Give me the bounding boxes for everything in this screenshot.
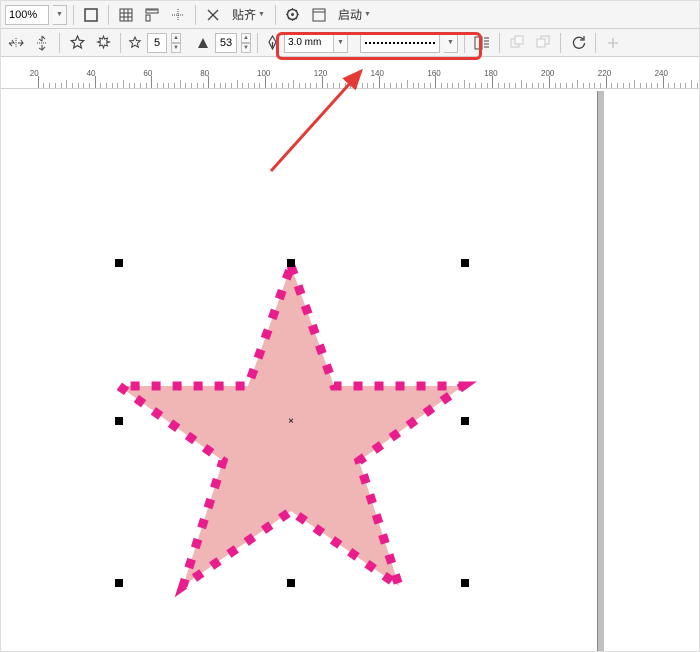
points-spinner[interactable]: ▲▼ — [171, 33, 181, 53]
toolbar-main: ▼ 贴齐▼ 启动▼ — [1, 1, 699, 29]
snap-label: 贴齐 — [232, 6, 256, 23]
horizontal-ruler: 20406080100120140160180200220240 — [1, 67, 699, 89]
zoom-dropdown[interactable]: ▼ — [53, 5, 67, 25]
mirror-h-icon[interactable] — [5, 32, 27, 54]
canvas[interactable]: × — [1, 91, 699, 651]
stroke-width-dropdown[interactable]: ▼ — [334, 33, 348, 53]
wrap-text-icon[interactable] — [471, 32, 493, 54]
selection-handle[interactable] — [287, 579, 295, 587]
refresh-icon[interactable] — [567, 32, 589, 54]
sharpness-input[interactable] — [215, 33, 237, 53]
guidelines-icon[interactable] — [167, 4, 189, 26]
points-icon — [127, 32, 143, 54]
dash-style-select[interactable] — [360, 33, 440, 53]
snap-icon[interactable] — [202, 4, 224, 26]
pen-outline-icon — [264, 32, 280, 54]
selection-handle[interactable] — [461, 259, 469, 267]
grid-icon[interactable] — [115, 4, 137, 26]
selection-handle[interactable] — [115, 579, 123, 587]
launch-label: 启动 — [338, 6, 362, 23]
layout-icon[interactable] — [308, 4, 330, 26]
points-input[interactable] — [147, 33, 167, 53]
star-shape[interactable] — [101, 256, 481, 616]
rulers-icon[interactable] — [141, 4, 163, 26]
selection-handle[interactable] — [115, 417, 123, 425]
selection-handle[interactable] — [461, 417, 469, 425]
complex-star-icon[interactable] — [92, 32, 114, 54]
selection-handle[interactable] — [461, 579, 469, 587]
selection-handle[interactable] — [115, 259, 123, 267]
sharpness-spinner[interactable]: ▲▼ — [241, 33, 251, 53]
object-front-icon[interactable] — [506, 32, 528, 54]
star-outline-icon[interactable] — [66, 32, 88, 54]
zoom-input[interactable] — [5, 5, 49, 25]
stroke-width-input[interactable] — [284, 33, 334, 53]
snap-to-button[interactable]: 贴齐▼ — [228, 4, 269, 26]
dash-preview — [365, 42, 435, 44]
launch-button[interactable]: 启动▼ — [334, 4, 375, 26]
dash-style-dropdown[interactable]: ▼ — [444, 33, 458, 53]
mirror-v-icon[interactable] — [31, 32, 53, 54]
sharpness-icon — [195, 32, 211, 54]
add-icon[interactable] — [602, 32, 624, 54]
object-back-icon[interactable] — [532, 32, 554, 54]
options-icon[interactable] — [282, 4, 304, 26]
toolbar-properties: ▲▼ ▲▼ ▼ ▼ — [1, 29, 699, 57]
fullscreen-icon[interactable] — [80, 4, 102, 26]
selection-center[interactable]: × — [287, 417, 295, 425]
page-shadow — [598, 91, 604, 651]
stroke-width-group: ▼ — [284, 32, 348, 54]
selection-handle[interactable] — [287, 259, 295, 267]
